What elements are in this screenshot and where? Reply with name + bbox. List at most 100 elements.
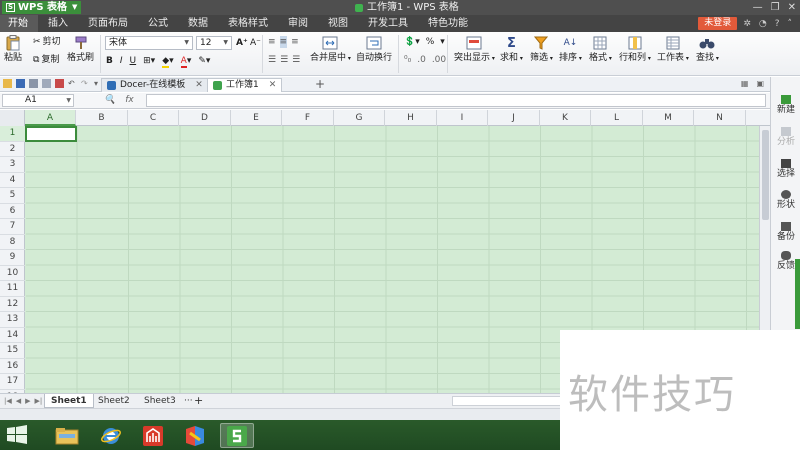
print-icon[interactable] [29, 79, 38, 88]
underline-button[interactable]: U [130, 55, 137, 67]
next-sheet-icon[interactable]: ▶ [25, 395, 30, 408]
new-tab-button[interactable]: + [315, 77, 325, 92]
tab-developer[interactable]: 开发工具 [358, 15, 418, 32]
align-center-icon[interactable]: ☰ [280, 54, 288, 66]
comma-style-icon[interactable]: ▾ [440, 36, 445, 48]
help-icon[interactable]: ? [775, 19, 780, 29]
decrease-font-button[interactable]: A⁻ [250, 37, 261, 49]
rows-columns-button[interactable]: 行和列 ▾ [619, 35, 651, 64]
row-header[interactable]: 10 [0, 266, 25, 281]
row-header[interactable]: 13 [0, 312, 25, 328]
sort-button[interactable]: A↓ 排序 ▾ [559, 35, 582, 64]
filter-button[interactable]: 筛选 ▾ [530, 35, 553, 64]
currency-format-icon[interactable]: 💲▾ [404, 36, 420, 48]
row-header[interactable]: 11 [0, 281, 25, 297]
find-button[interactable]: 查找 ▾ [696, 35, 719, 64]
column-header[interactable]: D [180, 110, 231, 126]
save-icon[interactable] [16, 79, 25, 88]
column-header[interactable]: M [643, 110, 694, 126]
print-preview-icon[interactable] [42, 79, 51, 88]
font-size-select[interactable]: 12 ▼ [196, 36, 232, 50]
format-painter-button[interactable]: 格式刷 [67, 35, 94, 64]
scrollbar-thumb[interactable] [762, 130, 769, 220]
column-header[interactable]: F [283, 110, 334, 126]
tab-formulas[interactable]: 公式 [138, 15, 178, 32]
column-header[interactable]: A [25, 110, 76, 126]
last-sheet-icon[interactable]: ▶| [35, 395, 43, 408]
tab-insert[interactable]: 插入 [38, 15, 78, 32]
doc-tab-docer[interactable]: Docer-在线模板 ✕ [101, 78, 209, 92]
row-header[interactable]: 17 [0, 374, 25, 390]
row-header[interactable]: 3 [0, 157, 25, 173]
sheet-tab-sheet2[interactable]: Sheet2 [92, 394, 136, 408]
percent-format-button[interactable]: % [426, 36, 435, 48]
side-select-button[interactable]: 选择 [771, 159, 800, 180]
export-pdf-icon[interactable] [55, 79, 64, 88]
wps-spreadsheet-icon[interactable] [220, 423, 254, 448]
file-explorer-icon[interactable] [50, 423, 84, 448]
maximize-button[interactable]: ❐ [771, 1, 780, 14]
collapse-ribbon-icon[interactable]: ˄ [788, 19, 793, 29]
align-middle-icon[interactable]: ≡ [279, 36, 288, 48]
skin-icon[interactable]: ◔ [759, 19, 767, 29]
merge-center-button[interactable]: 合并居中 ▾ [310, 35, 351, 64]
worksheet-button[interactable]: 工作表 ▾ [657, 35, 689, 64]
row-header[interactable]: 14 [0, 328, 25, 343]
side-analyze-button[interactable]: 分析 [771, 127, 800, 148]
login-button[interactable]: 未登录 [698, 17, 738, 30]
row-header[interactable]: 1 [0, 126, 25, 142]
tab-features[interactable]: 特色功能 [418, 15, 478, 32]
wrap-text-button[interactable]: 自动换行 [356, 35, 392, 64]
fill-color-icon[interactable]: ◆▾ [162, 55, 174, 68]
highlight-button[interactable]: 突出显示 ▾ [454, 35, 495, 64]
ie-browser-icon[interactable] [94, 423, 128, 448]
sum-button[interactable]: Σ 求和 ▾ [500, 35, 523, 64]
column-header[interactable]: H [386, 110, 437, 126]
borders-icon[interactable]: ⊞▾ [143, 55, 155, 67]
decrease-decimal-icon[interactable]: .00 [432, 54, 446, 66]
sheet-tab-sheet1[interactable]: Sheet1 [44, 394, 94, 408]
bold-button[interactable]: B [106, 55, 113, 67]
cut-button[interactable]: ✂ 剪切 [33, 36, 61, 48]
column-header[interactable]: C [128, 110, 179, 126]
panel-toggle-handle[interactable] [795, 259, 800, 329]
tab-home[interactable]: 开始 [0, 15, 38, 32]
open-folder-icon[interactable] [3, 79, 12, 88]
align-top-icon[interactable]: ≡ [268, 36, 276, 48]
sheet-tab-sheet3[interactable]: Sheet3 [138, 394, 182, 408]
side-shapes-button[interactable]: 形状 [771, 190, 800, 211]
name-box[interactable]: A1 ▼ [2, 94, 74, 107]
prev-sheet-icon[interactable]: ◀ [16, 395, 21, 408]
row-header[interactable]: 15 [0, 343, 25, 359]
close-tab-icon[interactable]: ✕ [195, 79, 203, 92]
row-header[interactable]: 16 [0, 359, 25, 374]
copy-button[interactable]: ⧉ 复制 [33, 54, 59, 66]
side-backup-button[interactable]: 备份 [771, 222, 800, 243]
zoom-icon[interactable]: 🔍 [104, 94, 115, 107]
select-all-corner[interactable] [0, 110, 25, 126]
row-header[interactable]: 6 [0, 204, 25, 219]
column-header[interactable]: L [592, 110, 643, 126]
column-header[interactable]: I [437, 110, 488, 126]
increase-font-button[interactable]: A⁺ [236, 37, 248, 49]
insert-function-button[interactable]: fx [125, 94, 134, 107]
start-icon[interactable] [6, 425, 28, 445]
wps-brand-menu[interactable]: S WPS 表格 ▼ [2, 1, 82, 14]
tab-review[interactable]: 审阅 [278, 15, 318, 32]
row-header[interactable]: 8 [0, 235, 25, 250]
undo-icon[interactable]: ↶ [68, 79, 77, 88]
close-tab-icon[interactable]: ✕ [269, 79, 277, 92]
font-color-icon[interactable]: A▾ [180, 55, 191, 68]
column-header[interactable]: E [231, 110, 282, 126]
column-header[interactable]: K [540, 110, 591, 126]
tab-list-icon[interactable]: ▦ [741, 79, 749, 88]
store-icon[interactable] [178, 423, 212, 448]
side-new-button[interactable]: 新建 [771, 95, 800, 116]
align-right-icon[interactable]: ☰ [292, 54, 300, 66]
align-left-icon[interactable]: ☰ [268, 54, 276, 66]
tab-view[interactable]: 视图 [318, 15, 358, 32]
doc-tab-workbook[interactable]: 工作簿1 ✕ [207, 78, 283, 92]
minimize-button[interactable]: — [753, 1, 763, 14]
row-header[interactable]: 7 [0, 219, 25, 235]
first-sheet-icon[interactable]: |◀ [4, 395, 12, 408]
